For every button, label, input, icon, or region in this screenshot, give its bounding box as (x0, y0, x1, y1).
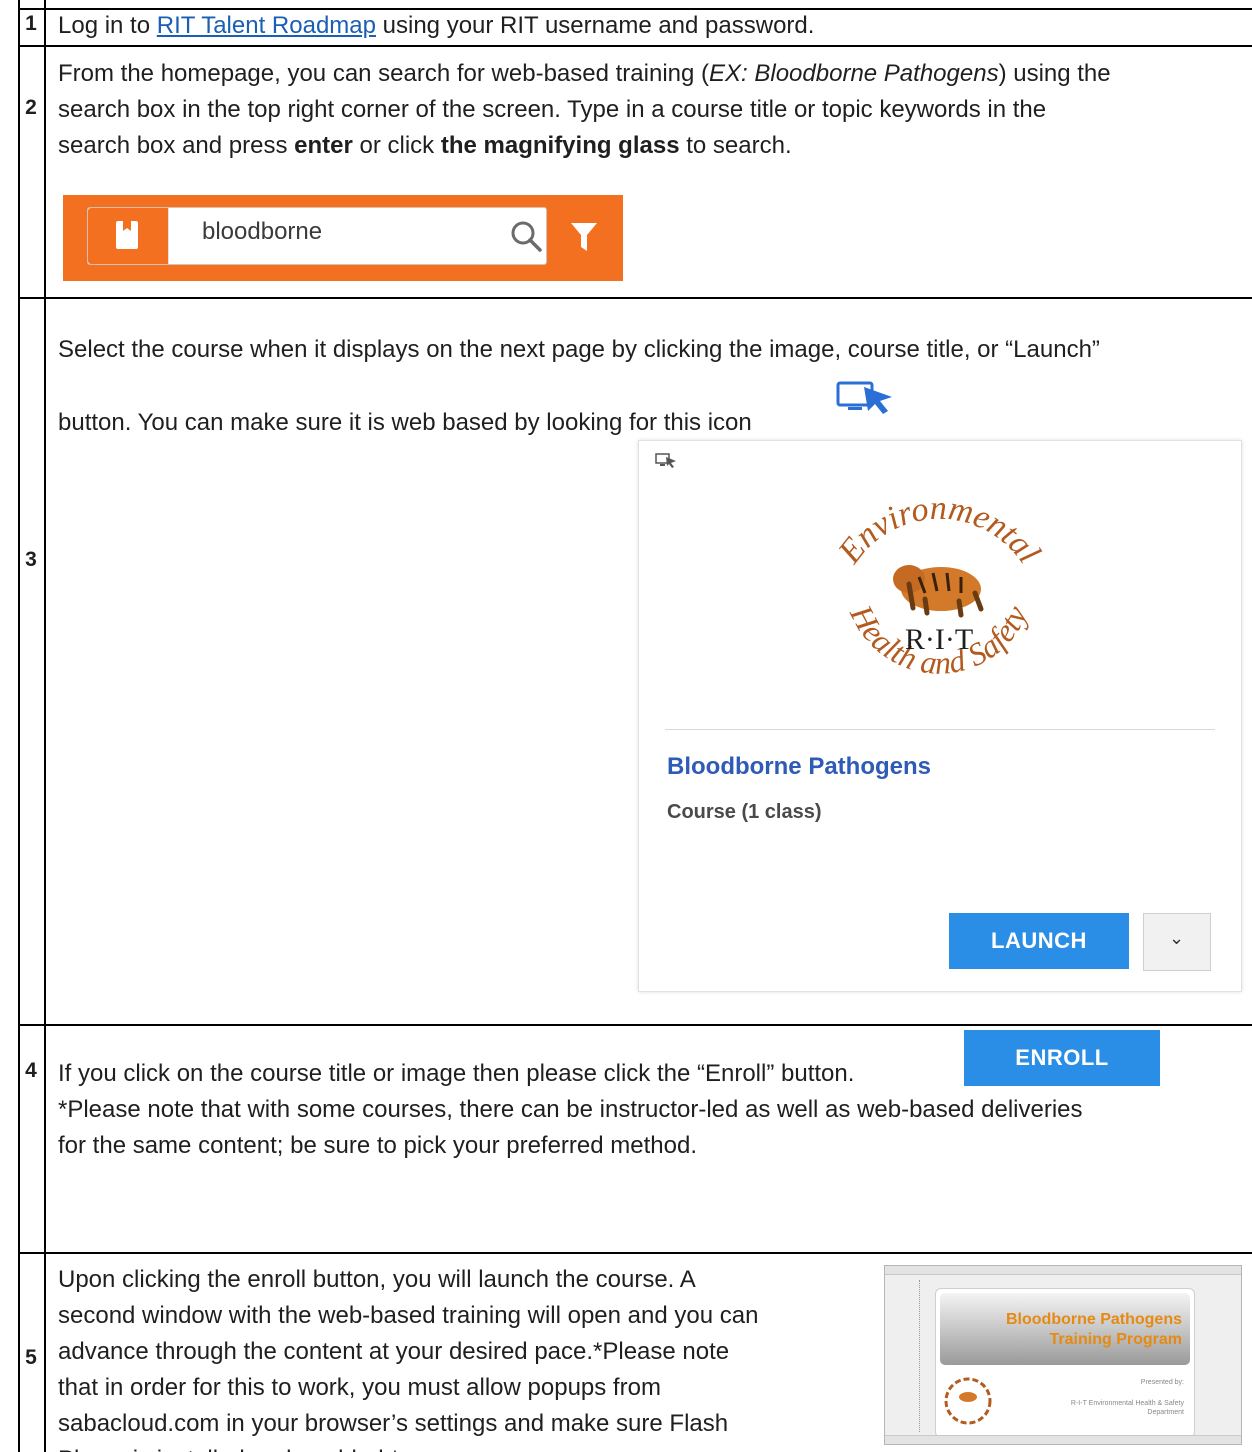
course-type-label: Course (1 class) (667, 801, 822, 823)
step-number: 1 (25, 12, 37, 35)
search-input[interactable]: bloodborne (202, 218, 322, 246)
step-5-line-2: second window with the web-based trainin… (58, 1302, 759, 1329)
step-2-line-3: search box and press enter or click the … (58, 128, 792, 164)
row-divider (18, 297, 1252, 299)
step-number: 3 (25, 548, 37, 571)
step-5-line-4: that in order for this to work, you must… (58, 1374, 661, 1401)
course-card[interactable]: Environmental Health and Safety R·I·T Bl… (638, 440, 1242, 992)
step-number: 2 (25, 96, 37, 119)
step-4-line-2: *Please note that with some courses, the… (58, 1096, 1083, 1123)
step-2-line-1-end: ) using the (998, 60, 1111, 87)
magnifying-glass-icon[interactable] (508, 218, 544, 254)
step-2-line-1: From the homepage, you can search for we… (58, 56, 1111, 92)
step-3-line-1: Select the course when it displays on th… (58, 336, 1100, 363)
magnifying-glass-text: the magnifying glass (440, 132, 680, 159)
catalog-type-button[interactable] (88, 208, 169, 264)
thumbnail-slide: Bloodborne Pathogens Training Program Pr… (935, 1288, 1195, 1438)
thumbnail-title-line-2: Training Program (1049, 1331, 1182, 1348)
step-1-text-end: using your RIT username and password. (375, 12, 815, 39)
course-title-link[interactable]: Bloodborne Pathogens (667, 753, 931, 781)
step-5-line-1: Upon clicking the enroll button, you wil… (58, 1266, 696, 1293)
thumbnail-banner: Bloodborne Pathogens Training Program (940, 1293, 1190, 1365)
step-2-line-2: search box in the top right corner of th… (58, 96, 1047, 123)
step-5-line-6: Player is installed and enabled.* (58, 1442, 400, 1452)
step-5-line-5: sabacloud.com in your browser’s settings… (58, 1410, 729, 1437)
thumbnail-presented-by: Presented by: (1140, 1379, 1184, 1386)
step-1-text: Log in to RIT Talent Roadmap using your … (58, 8, 814, 44)
web-based-monitor-cursor-icon (836, 381, 892, 414)
tiger-icon (893, 565, 984, 618)
table-column-divider (44, 0, 46, 1452)
instruction-table: 1 Log in to RIT Talent Roadmap using you… (0, 0, 1252, 1452)
rit-ehs-logo-small (944, 1377, 992, 1425)
more-options-button[interactable]: ⌄ (1143, 913, 1211, 971)
step-2-line-1-start: From the homepage, you can search for we… (58, 60, 710, 87)
svg-text:Environmental: Environmental (831, 490, 1048, 571)
thumbnail-statusbar (885, 1435, 1241, 1444)
search-input-frame: bloodborne (87, 207, 547, 265)
enroll-button[interactable]: ENROLL (964, 1030, 1160, 1086)
table-border-left (18, 0, 20, 1452)
rit-talent-roadmap-link[interactable]: RIT Talent Roadmap (157, 12, 376, 39)
enter-key-text: enter (294, 132, 353, 159)
web-based-monitor-cursor-icon (655, 453, 676, 468)
step-2-line-3-mid: or click (352, 132, 441, 159)
step-4-line-3: for the same content; be sure to pick yo… (58, 1132, 697, 1159)
step-3-line-2: button. You can make sure it is web base… (58, 409, 752, 436)
row-divider (18, 1252, 1252, 1254)
logo-top-text: Environmental (831, 490, 1048, 571)
thumbnail-titlebar (885, 1266, 1241, 1275)
launch-button[interactable]: LAUNCH (949, 913, 1129, 969)
step-5-line-3: advance through the content at your desi… (58, 1338, 730, 1365)
card-divider (665, 729, 1215, 730)
book-icon (116, 221, 138, 249)
row-divider (18, 45, 1252, 47)
row-divider (18, 1024, 1252, 1026)
thumbnail-sidebar (893, 1280, 920, 1432)
search-bar-screenshot: bloodborne (63, 195, 623, 281)
step-number: 4 (25, 1059, 37, 1082)
step-number: 5 (25, 1346, 37, 1369)
rit-ehs-logo-image[interactable]: Environmental Health and Safety R·I·T (809, 489, 1069, 709)
step-4-line-1: If you click on the course title or imag… (58, 1060, 855, 1087)
filter-icon[interactable] (571, 223, 597, 253)
example-text: EX: Bloodborne Pathogens (709, 60, 999, 87)
logo-center-text: R·I·T (905, 623, 973, 656)
thumbnail-title-line-1: Bloodborne Pathogens (1006, 1311, 1182, 1328)
thumbnail-department: R-I-T Environmental Health & Safety Depa… (1070, 1400, 1184, 1416)
step-2-line-3-start: search box and press (58, 132, 295, 159)
chevron-down-icon: ⌄ (1169, 928, 1185, 948)
step-1-text-start: Log in to (58, 12, 157, 39)
step-2-line-3-end: to search. (679, 132, 792, 159)
training-window-thumbnail: Bloodborne Pathogens Training Program Pr… (884, 1265, 1242, 1445)
